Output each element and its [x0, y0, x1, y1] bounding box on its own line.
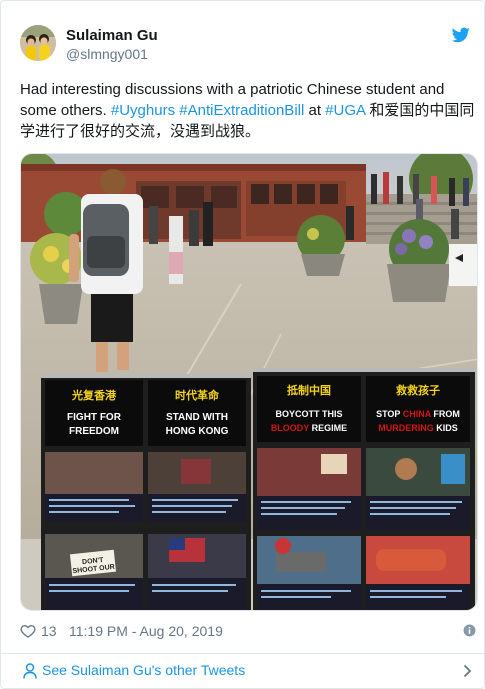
info-icon[interactable] — [463, 624, 476, 637]
tweet-header: Sulaiman Gu @slmngy001 — [20, 25, 470, 65]
poster-header-1: 光复香港 — [71, 388, 117, 402]
svg-text:BOYCOTT THIS: BOYCOTT THIS — [276, 409, 343, 419]
user-handle[interactable]: @slmngy001 — [66, 46, 148, 62]
see-more-tweets-link[interactable]: See Sulaiman Gu's other Tweets — [1, 654, 485, 688]
like-count[interactable]: 13 — [41, 623, 57, 639]
person-icon — [23, 663, 37, 679]
heart-icon[interactable] — [20, 623, 36, 639]
left-poster: 光复香港 时代革命 FIGHT FOR FREEDOM STAND WITH H… — [41, 374, 251, 610]
display-name[interactable]: Sulaiman Gu — [66, 27, 158, 44]
chevron-right-icon[interactable] — [463, 664, 472, 678]
svg-text:STAND WITH: STAND WITH — [166, 412, 228, 423]
twitter-bird-icon[interactable] — [452, 27, 470, 43]
hashtag-antiextraditionbill[interactable]: #AntiExtraditionBill — [179, 102, 304, 119]
svg-text:FIGHT FOR: FIGHT FOR — [67, 412, 122, 423]
tweet-card: Sulaiman Gu @slmngy001 Had interesting d… — [0, 0, 485, 689]
avatar[interactable] — [20, 25, 56, 61]
right-poster: 抵制中国 救救孩子 BOYCOTT THIS BLOODY REGIME STO… — [253, 368, 475, 610]
svg-text:MURDERING KIDS: MURDERING KIDS — [378, 423, 458, 433]
hashtag-uyghurs[interactable]: #Uyghurs — [111, 102, 175, 119]
svg-text:BLOODY REGIME: BLOODY REGIME — [271, 423, 347, 433]
hashtag-uga[interactable]: #UGA — [325, 102, 365, 119]
tweet-text: Had interesting discussions with a patri… — [20, 79, 476, 142]
tweet-footer: 13 11:19 PM - Aug 20, 2019 — [20, 621, 476, 643]
tweet-timestamp[interactable]: 11:19 PM - Aug 20, 2019 — [69, 623, 223, 639]
poster-header-4: 救救孩子 — [396, 383, 440, 397]
tweet-text-at: at — [304, 102, 326, 119]
svg-text:FREEDOM: FREEDOM — [69, 426, 119, 437]
svg-text:HONG KONG: HONG KONG — [166, 426, 229, 437]
see-more-tweets-label[interactable]: See Sulaiman Gu's other Tweets — [42, 662, 245, 678]
svg-text:STOP CHINA FROM: STOP CHINA FROM — [376, 409, 460, 419]
poster-header-3: 抵制中国 — [287, 383, 331, 397]
poster-header-2: 时代革命 — [175, 388, 220, 402]
tweet-photo[interactable]: 光复香港 时代革命 FIGHT FOR FREEDOM STAND WITH H… — [20, 153, 478, 611]
